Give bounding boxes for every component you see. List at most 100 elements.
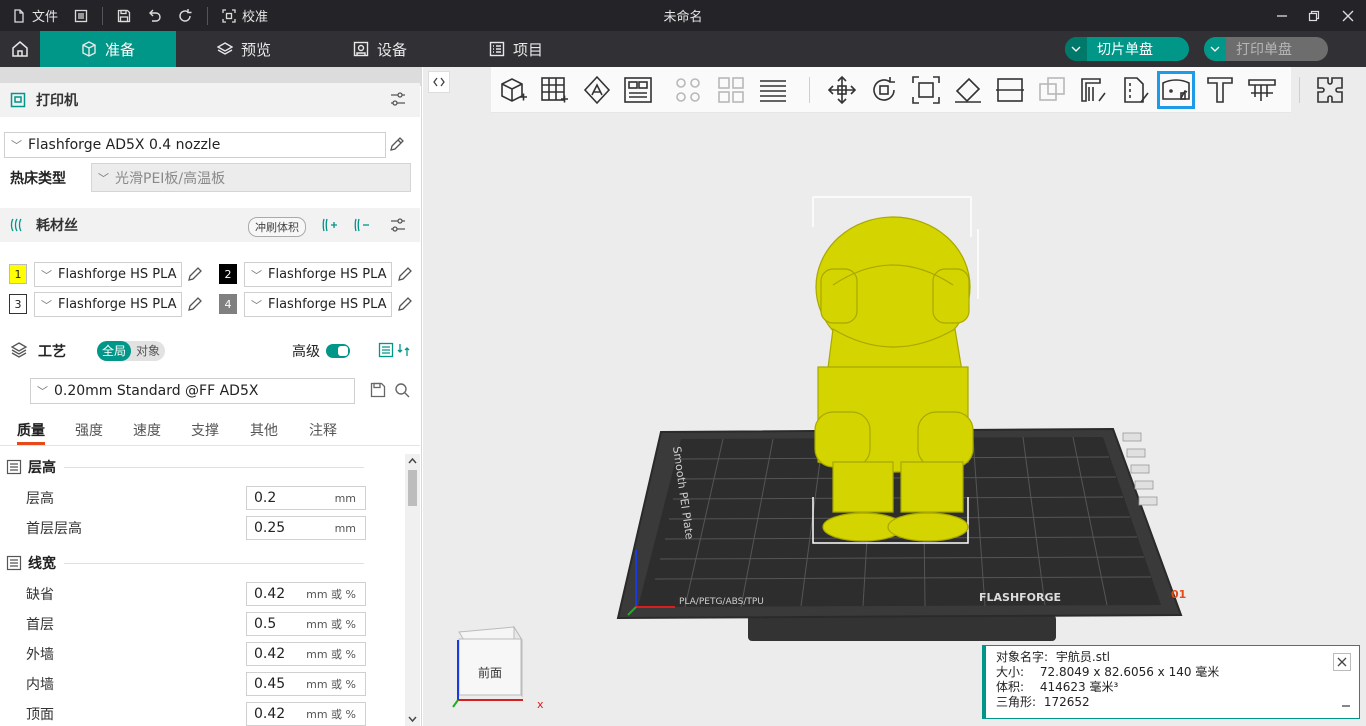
group-icon (6, 555, 22, 571)
settings-panel: 打印机 ﹀ Flashforge AD5X 0.4 nozzle 热床类型 ﹀ … (0, 67, 422, 726)
print-plate-button[interactable]: 打印单盘 (1204, 37, 1328, 61)
param-unit: mm 或 % (306, 648, 356, 661)
line-width-inner-wall-input[interactable]: 0.45 mm 或 % (246, 672, 366, 696)
line-width-outer-wall-input[interactable]: 0.42 mm 或 % (246, 642, 366, 666)
line-width-default-input[interactable]: 0.42 mm 或 % (246, 582, 366, 606)
undo-button[interactable] (139, 0, 170, 31)
object-volume-label: 体积: (996, 680, 1025, 694)
filament-slot-number[interactable]: 1 (9, 264, 27, 284)
tab-prepare[interactable]: 准备 (40, 31, 176, 67)
param-unit: mm (334, 491, 356, 505)
print-dropdown[interactable] (1204, 37, 1226, 61)
flush-volume-button[interactable]: 冲刷体积 (248, 217, 306, 237)
cube-icon (82, 41, 96, 57)
bed-type-select[interactable]: ﹀ 光滑PEI板/高温板 (91, 163, 411, 192)
slice-dropdown[interactable] (1065, 37, 1087, 61)
process-scope-toggle[interactable]: 全局 对象 (97, 341, 166, 361)
tab-quality[interactable]: 质量 (17, 420, 45, 445)
filament-slot-3-select[interactable]: ﹀ Flashforge HS PLA (34, 292, 182, 317)
edit-filament-icon[interactable] (397, 296, 413, 312)
tab-project[interactable]: 项目 (448, 31, 584, 67)
bed-type-label: 热床类型 (10, 171, 66, 187)
redo-button[interactable] (170, 0, 201, 31)
settings-scrollbar[interactable] (405, 454, 420, 726)
param-label: 层高 (26, 491, 54, 507)
filament-slot-4-select[interactable]: ﹀ Flashforge HS PLA (244, 292, 392, 317)
redo-icon (179, 8, 192, 22)
undo-icon (149, 9, 161, 22)
swap-icon[interactable] (397, 342, 413, 358)
param-label: 外墙 (26, 647, 54, 663)
filament-slot-number[interactable]: 3 (9, 294, 27, 314)
param-value: 0.2 (254, 490, 277, 506)
filament-slot-2-select[interactable]: ﹀ Flashforge HS PLA (244, 262, 392, 287)
filament-slot-number[interactable]: 4 (219, 294, 237, 314)
save-button[interactable] (109, 0, 139, 31)
printer-section-title: 打印机 (36, 93, 78, 109)
file-menu[interactable]: 文件 (0, 0, 66, 31)
printer-section-header: 打印机 (0, 83, 420, 117)
line-width-top-surface-input[interactable]: 0.42 mm 或 % (246, 702, 366, 726)
minimize-icon (1342, 705, 1350, 707)
layer-height-input[interactable]: 0.2 mm (246, 486, 366, 510)
close-info-button[interactable] (1333, 653, 1351, 671)
edit-filament-icon[interactable] (187, 266, 203, 282)
tab-support[interactable]: 支撑 (191, 420, 219, 445)
view-cube[interactable]: 前面 x (452, 625, 544, 711)
scene[interactable]: Smooth PEI Plate PLA/PETG/ABS/TPU FLASHF… (423, 67, 1366, 726)
home-button[interactable] (0, 31, 40, 67)
collapse-info-button[interactable] (1341, 699, 1351, 714)
tab-preview-label: 预览 (240, 40, 271, 59)
close-button[interactable] (1333, 0, 1363, 31)
layers-icon (216, 42, 233, 55)
filament-settings-icon[interactable] (390, 217, 406, 233)
line-width-first-layer-input[interactable]: 0.5 mm 或 % (246, 612, 366, 636)
maximize-button[interactable] (1299, 0, 1329, 31)
add-filament-icon[interactable] (322, 217, 338, 233)
filament-slot-number[interactable]: 2 (219, 264, 237, 284)
edit-filament-icon[interactable] (187, 296, 203, 312)
calibrate-menu[interactable]: 校准 (214, 0, 276, 31)
save-preset-icon[interactable] (370, 382, 386, 398)
compare-icon[interactable] (378, 342, 394, 358)
tab-preview[interactable]: 预览 (176, 31, 312, 67)
minimize-button[interactable] (1267, 0, 1297, 31)
param-value: 0.25 (254, 520, 286, 536)
scope-object-option[interactable]: 对象 (131, 341, 165, 361)
menu-button[interactable] (66, 0, 96, 31)
filament-section-title: 耗材丝 (36, 218, 78, 234)
chevron-down-icon: ﹀ (98, 171, 109, 185)
tab-notes[interactable]: 注释 (309, 420, 337, 445)
object-volume-value: 414623 毫米³ (1039, 680, 1119, 694)
3d-viewport[interactable]: Smooth PEI Plate PLA/PETG/ABS/TPU FLASHF… (423, 67, 1366, 726)
param-value: 0.42 (254, 706, 286, 722)
scroll-down-icon[interactable] (408, 716, 417, 723)
file-icon (14, 8, 24, 23)
scroll-up-icon[interactable] (408, 457, 417, 464)
param-label: 首层 (26, 617, 54, 633)
tab-speed[interactable]: 速度 (133, 420, 161, 445)
first-layer-height-input[interactable]: 0.25 mm (246, 516, 366, 540)
edit-filament-icon[interactable] (397, 266, 413, 282)
slice-plate-label: 切片单盘 (1097, 42, 1153, 58)
tab-others[interactable]: 其他 (250, 420, 278, 445)
object-info-panel: 对象名字: 宇航员.stl 大小: 72.8049 x 82.6056 x 14… (982, 645, 1360, 719)
advanced-toggle[interactable] (326, 344, 350, 358)
scrollbar-thumb[interactable] (408, 470, 417, 506)
view-cube-front-label: 前面 (478, 665, 502, 680)
filament-slot-1-select[interactable]: ﹀ Flashforge HS PLA (34, 262, 182, 287)
close-icon (1337, 657, 1347, 667)
edit-printer-icon[interactable] (389, 136, 405, 152)
printer-profile-select[interactable]: ﹀ Flashforge AD5X 0.4 nozzle (4, 132, 386, 158)
tab-device[interactable]: 设备 (312, 31, 448, 67)
tab-strength[interactable]: 强度 (75, 420, 103, 445)
scope-global-option[interactable]: 全局 (97, 341, 132, 361)
process-profile-select[interactable]: ﹀ 0.20mm Standard @FF AD5X (30, 378, 355, 404)
remove-filament-icon[interactable] (354, 217, 370, 233)
search-icon[interactable] (394, 382, 410, 398)
settings-sliders-icon[interactable] (390, 91, 406, 107)
slice-plate-button[interactable]: 切片单盘 (1065, 37, 1189, 61)
process-tabs: 质量 强度 速度 支撑 其他 注释 (0, 420, 420, 446)
param-unit: mm 或 % (306, 588, 356, 601)
object-size-label: 大小: (996, 665, 1025, 679)
